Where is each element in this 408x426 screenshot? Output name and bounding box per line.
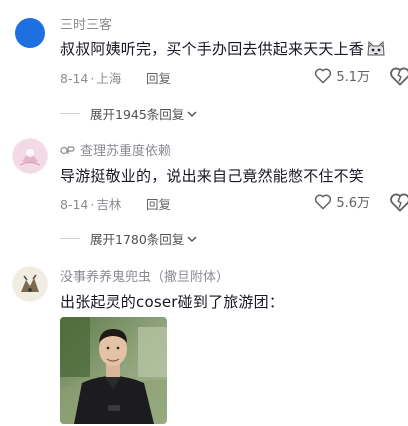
comment-meta: 8-14 · 上海: [60, 71, 122, 86]
chevron-down-icon: [187, 111, 197, 117]
comment-meta: 8-14 · 吉林: [60, 197, 122, 212]
comment-item: 查理苏重度依赖 导游挺敬业的，说出来自己竟然能憋不住不笑 8-14 · 吉林 回复 …: [0, 132, 408, 250]
like-count: 5.6万: [336, 196, 370, 211]
comment-username[interactable]: 三时三客: [60, 14, 112, 33]
comment-username-text[interactable]: 查理苏重度依赖: [80, 144, 171, 159]
ip-badge-icon: [60, 144, 76, 161]
dislike-button[interactable]: [388, 66, 408, 86]
comment-location: 上海: [96, 71, 122, 86]
avatar-image: [12, 138, 48, 174]
avatar[interactable]: [12, 266, 48, 302]
like-button[interactable]: 5.6万: [314, 192, 370, 211]
like-button[interactable]: 5.1万: [314, 66, 370, 85]
comment-item: 三时三客 叔叔阿姨听完，买个手办回去供起来天天上香 8-14 · 上海 回复 5.1…: [0, 0, 408, 122]
comment-username: 查理苏重度依赖: [60, 140, 171, 161]
comment-text-body: 叔叔阿姨听完，买个手办回去供起来天天上香: [60, 40, 365, 58]
comment-item: 没事养养鬼兜虫（撒旦附体） 出张起灵的coser碰到了旅游团：: [0, 258, 408, 426]
broken-heart-icon: [390, 193, 408, 212]
broken-heart-icon: [390, 67, 408, 86]
comment-image[interactable]: [60, 317, 167, 424]
comment-location: 吉林: [96, 197, 122, 212]
heart-icon: [315, 68, 332, 84]
chevron-down-icon: [187, 236, 197, 242]
avatar[interactable]: [12, 14, 48, 50]
divider-line: [60, 113, 80, 114]
avatar[interactable]: [12, 138, 48, 174]
comment-text: 出张起灵的coser碰到了旅游团：: [60, 293, 285, 311]
reply-button[interactable]: 回复: [146, 68, 171, 87]
divider-line: [60, 238, 80, 239]
like-count: 5.1万: [336, 70, 370, 85]
cat-face-emoji-icon: [366, 39, 386, 61]
reply-button[interactable]: 回复: [146, 194, 171, 213]
expand-replies-button[interactable]: 展开1945条回复: [60, 104, 197, 123]
expand-replies-button[interactable]: 展开1780条回复: [60, 229, 197, 248]
expand-replies-label: 展开1945条回复: [90, 107, 185, 122]
comment-text: 导游挺敬业的，说出来自己竟然能憋不住不笑: [60, 167, 365, 185]
comment-date: 8-14: [60, 71, 89, 86]
dislike-button[interactable]: [388, 192, 408, 212]
avatar-image: [12, 266, 48, 302]
heart-icon: [315, 194, 332, 210]
expand-replies-label: 展开1780条回复: [90, 232, 185, 247]
photo-of-person: [60, 317, 167, 424]
comment-text: 叔叔阿姨听完，买个手办回去供起来天天上香: [60, 38, 386, 61]
avatar-image: [12, 14, 48, 50]
comment-username[interactable]: 没事养养鬼兜虫（撒旦附体）: [60, 266, 229, 285]
comment-date: 8-14: [60, 197, 89, 212]
